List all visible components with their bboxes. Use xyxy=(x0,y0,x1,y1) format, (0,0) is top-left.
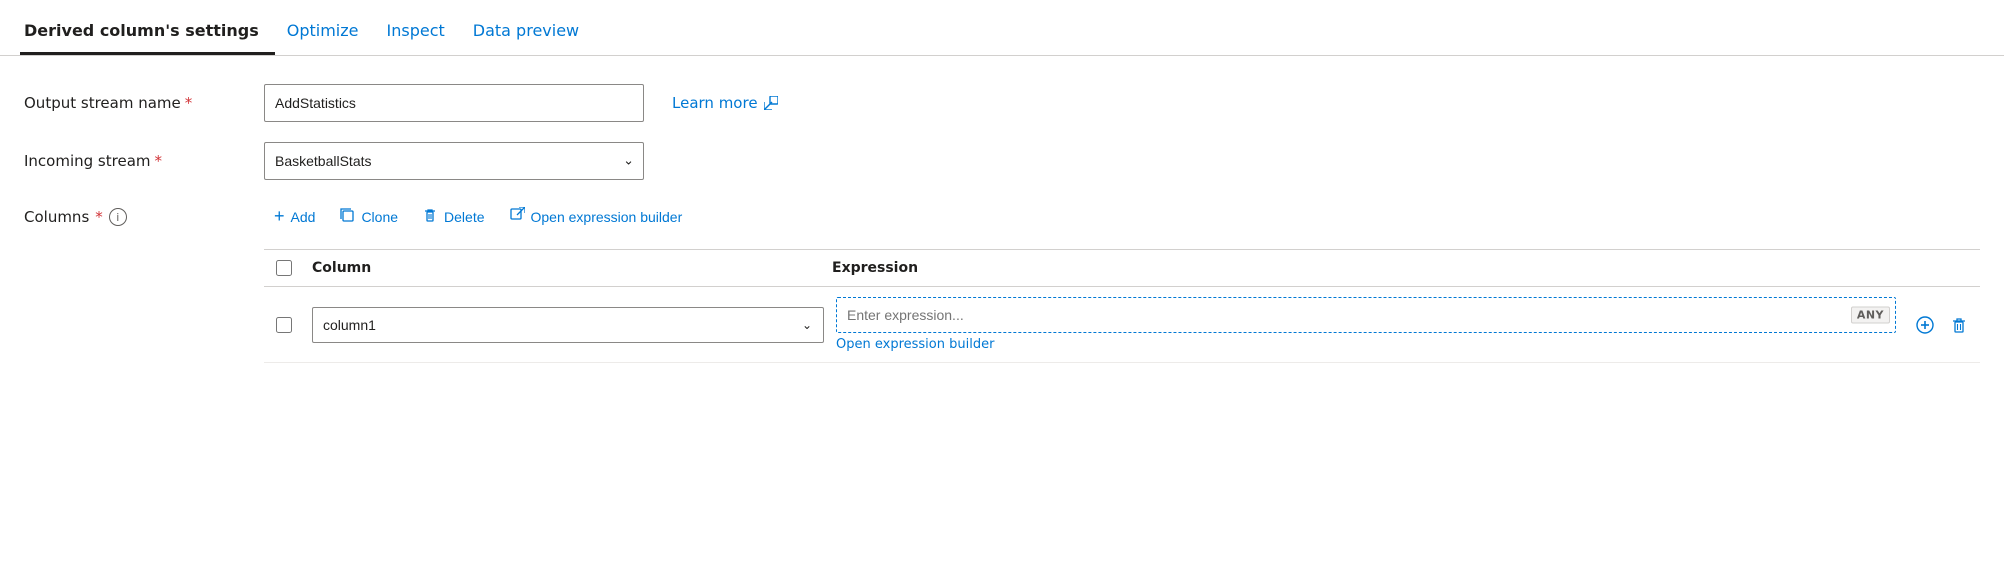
tab-optimize-label: Optimize xyxy=(287,21,359,40)
row-checkbox-cell xyxy=(264,317,304,333)
clone-label: Clone xyxy=(361,209,398,225)
row-add-button[interactable] xyxy=(1912,312,1938,338)
plus-icon: + xyxy=(274,206,285,227)
row-expression-cell: ANY Open expression builder xyxy=(824,297,1904,352)
incoming-stream-select[interactable]: BasketballStats xyxy=(264,142,644,180)
delete-row-trash-icon xyxy=(1950,316,1968,334)
expression-header-cell: Expression xyxy=(824,260,1980,276)
columns-toolbar: + Add Clone xyxy=(264,200,1980,233)
learn-more-link[interactable]: Learn more xyxy=(672,94,778,112)
required-marker-output: * xyxy=(185,94,193,112)
output-stream-row: Output stream name * Learn more xyxy=(24,84,1980,122)
tab-settings-label: Derived column's settings xyxy=(24,21,259,40)
clone-icon xyxy=(339,207,355,226)
row-actions xyxy=(1904,312,1980,338)
tab-settings[interactable]: Derived column's settings xyxy=(20,21,275,55)
columns-section: Columns * i + Add xyxy=(24,200,1980,363)
select-all-checkbox[interactable] xyxy=(276,260,292,276)
add-button[interactable]: + Add xyxy=(264,200,325,233)
incoming-stream-dropdown-wrapper: BasketballStats ⌄ xyxy=(264,142,644,180)
incoming-stream-row: Incoming stream * BasketballStats ⌄ xyxy=(24,142,1980,180)
tab-inspect-label: Inspect xyxy=(387,21,445,40)
expression-builder-icon xyxy=(509,207,525,226)
expression-input[interactable] xyxy=(836,297,1896,333)
main-container: Derived column's settings Optimize Inspe… xyxy=(0,0,2004,391)
delete-label: Delete xyxy=(444,209,484,225)
plus-circle-icon xyxy=(1916,316,1934,334)
learn-more-label: Learn more xyxy=(672,94,758,112)
output-stream-name-input[interactable] xyxy=(264,84,644,122)
incoming-stream-label: Incoming stream * xyxy=(24,152,264,170)
info-icon[interactable]: i xyxy=(109,208,127,226)
column-name-select[interactable]: column1 xyxy=(312,307,824,343)
add-label: Add xyxy=(291,209,316,225)
header-checkbox-cell xyxy=(264,260,304,276)
tab-data-preview-label: Data preview xyxy=(473,21,579,40)
required-marker-incoming: * xyxy=(155,152,163,170)
open-expression-builder-toolbar-button[interactable]: Open expression builder xyxy=(499,201,693,232)
external-link-icon xyxy=(764,96,778,110)
trash-icon xyxy=(422,207,438,226)
columns-content: + Add Clone xyxy=(264,200,1980,363)
tab-bar: Derived column's settings Optimize Inspe… xyxy=(0,0,2004,56)
any-badge: ANY xyxy=(1851,307,1890,324)
row-checkbox[interactable] xyxy=(276,317,292,333)
clone-button[interactable]: Clone xyxy=(329,201,408,232)
columns-label: Columns * i xyxy=(24,200,264,226)
table-row: column1 ⌄ ANY Open expression builder xyxy=(264,287,1980,363)
tab-optimize[interactable]: Optimize xyxy=(283,21,375,55)
open-expression-builder-link[interactable]: Open expression builder xyxy=(836,337,1896,352)
required-marker-columns: * xyxy=(95,208,103,226)
column-header-cell: Column xyxy=(304,260,824,276)
delete-button[interactable]: Delete xyxy=(412,201,494,232)
settings-panel: Output stream name * Learn more Incoming… xyxy=(0,56,2004,391)
tab-inspect[interactable]: Inspect xyxy=(383,21,461,55)
open-expression-builder-toolbar-label: Open expression builder xyxy=(531,209,683,225)
row-column-cell: column1 ⌄ xyxy=(304,307,824,343)
table-header: Column Expression xyxy=(264,250,1980,287)
row-delete-button[interactable] xyxy=(1946,312,1972,338)
tab-data-preview[interactable]: Data preview xyxy=(469,21,595,55)
expression-input-wrapper: ANY xyxy=(836,297,1896,333)
output-stream-label: Output stream name * xyxy=(24,94,264,112)
columns-table: Column Expression column1 ⌄ xyxy=(264,249,1980,363)
